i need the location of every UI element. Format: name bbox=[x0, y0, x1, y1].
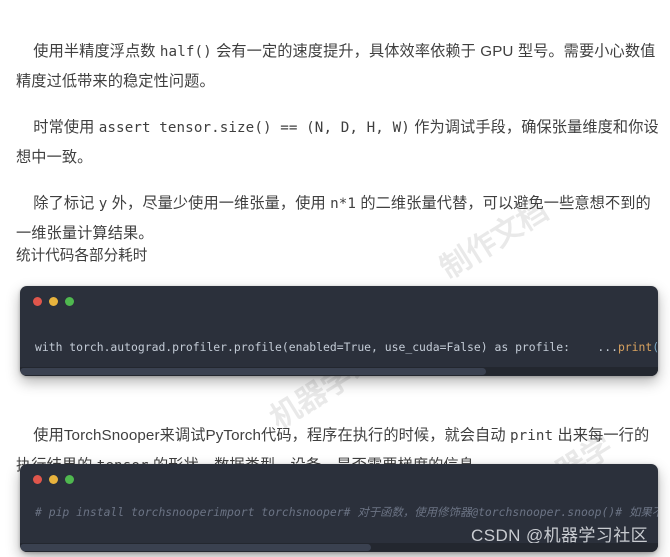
code-block-profiler[interactable]: with torch.autograd.profiler.profile(ena… bbox=[20, 286, 658, 376]
maximize-green-dot-icon bbox=[65, 297, 74, 306]
scrollbar-thumb[interactable] bbox=[20, 368, 486, 375]
code-token: ... bbox=[597, 340, 618, 354]
inline-code: print bbox=[509, 428, 554, 444]
code-token: print bbox=[617, 340, 653, 354]
minimize-yellow-dot-icon bbox=[49, 475, 58, 484]
code-block-torchsnooper[interactable]: # pip install torchsnooperimport torchsn… bbox=[20, 464, 658, 552]
scrollbar-thumb[interactable] bbox=[20, 544, 371, 551]
code-token: True bbox=[343, 340, 372, 354]
code-token: # pip install torchsnooperimport torchsn… bbox=[35, 505, 658, 519]
inline-code: half() bbox=[159, 44, 212, 60]
close-red-dot-icon bbox=[33, 297, 42, 306]
code-token: , use_cuda= bbox=[371, 340, 447, 354]
code-line: with torch.autograd.profiler.profile(ena… bbox=[35, 339, 658, 355]
code-token: False bbox=[446, 340, 481, 354]
minimize-yellow-dot-icon bbox=[49, 297, 58, 306]
text-run: 时常使用 bbox=[33, 119, 99, 136]
inline-code: assert tensor.size() == (N, D, H, W) bbox=[98, 120, 410, 136]
text-run: 外，尽量少使用一维张量，使用 bbox=[107, 195, 331, 212]
close-red-dot-icon bbox=[33, 475, 42, 484]
window-controls bbox=[33, 297, 74, 306]
text-run: 使用半精度浮点数 bbox=[33, 43, 160, 60]
code-token: with torch.autograd.profiler.profile(ena… bbox=[35, 340, 344, 354]
code-horizontal-scrollbar[interactable] bbox=[20, 367, 658, 376]
maximize-green-dot-icon bbox=[65, 475, 74, 484]
code-line: # pip install torchsnooperimport torchsn… bbox=[35, 504, 658, 520]
section-heading: 统计代码各部分耗时 bbox=[16, 248, 148, 264]
code-token: (prof bbox=[652, 340, 658, 354]
text-run: 除了标记 bbox=[33, 195, 99, 212]
window-controls bbox=[33, 475, 74, 484]
code-token: ) as profile: bbox=[480, 340, 598, 354]
code-horizontal-scrollbar[interactable] bbox=[20, 543, 658, 552]
inline-code: n*1 bbox=[330, 196, 357, 212]
text-run: 使用TorchSnooper来调试PyTorch代码，程序在执行的时候，就会自动 bbox=[33, 427, 510, 444]
article-page: 制作文档 机器学习社区 机器学 使用半精度浮点数 half() 会有一定的速度提… bbox=[0, 0, 670, 557]
